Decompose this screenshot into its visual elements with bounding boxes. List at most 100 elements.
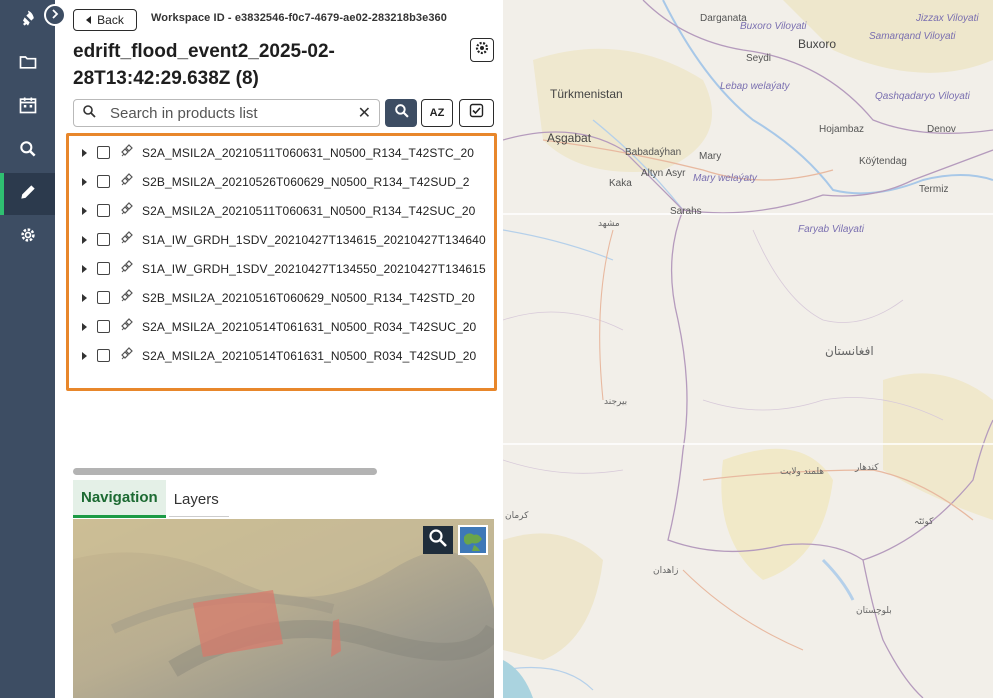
map-label: Samarqand Viloyati [869, 31, 956, 42]
product-checkbox[interactable] [97, 146, 110, 159]
map-label: Denov [927, 124, 956, 135]
tab-layers[interactable]: Layers [166, 480, 227, 518]
list-item[interactable]: S2A_MSIL2A_20210511T060631_N0500_R134_T4… [69, 138, 494, 167]
minimap-basemap-button[interactable] [458, 525, 488, 555]
satellite-icon [110, 143, 134, 162]
main-map[interactable]: Darganata Buxoro Viloyati Buxoro Jizzax … [503, 0, 993, 698]
rail-item-calendar[interactable] [0, 86, 55, 128]
map-label: Termiz [919, 184, 949, 195]
expand-caret-icon[interactable] [82, 206, 87, 215]
search-icon [18, 139, 38, 164]
select-all-button[interactable] [459, 99, 494, 127]
list-item[interactable]: S2B_MSIL2A_20210516T060629_N0500_R134_T4… [69, 283, 494, 312]
map-label: بیرجند [604, 397, 628, 407]
panel-tabs: Navigation Layers [73, 480, 227, 518]
expand-caret-icon[interactable] [82, 235, 87, 244]
products-search-box: ✕ [73, 99, 380, 127]
product-checkbox[interactable] [97, 233, 110, 246]
product-checkbox[interactable] [97, 262, 110, 275]
map-label: Seydi [746, 53, 772, 64]
rail-item-search[interactable] [0, 130, 55, 172]
map-label: Buxoro [798, 37, 837, 51]
map-label: Kaka [609, 178, 632, 189]
map-label: زاهدان [653, 566, 679, 576]
map-label: Aşgabat [547, 131, 592, 145]
map-label: افغانستان [825, 344, 874, 358]
map-label: کندهار [855, 463, 879, 473]
map-label: Sarahs [670, 206, 702, 217]
map-label: Faryab Vilayati [798, 224, 864, 235]
workspace-id: Workspace ID - e3832546-f0c7-4679-ae02-2… [151, 12, 447, 24]
satellite-icon [110, 317, 134, 336]
sort-az-button[interactable]: AZ [421, 99, 453, 127]
map-label: Jizzax Viloyati [916, 13, 979, 24]
map-label: Mary welaýaty [693, 173, 757, 184]
satellite-icon [110, 288, 134, 307]
product-name: S2B_MSIL2A_20210516T060629_N0500_R134_T4… [142, 290, 475, 305]
expand-caret-icon[interactable] [82, 293, 87, 302]
list-item[interactable]: S1A_IW_GRDH_1SDV_20210427T134615_2021042… [69, 225, 494, 254]
sort-az-icon: AZ [429, 107, 445, 119]
workspace-panel: Back Workspace ID - e3832546-f0c7-4679-a… [55, 0, 503, 698]
product-checkbox[interactable] [97, 175, 110, 188]
map-label: کوئٹہ [914, 517, 934, 527]
list-item[interactable]: S2A_MSIL2A_20210514T061631_N0500_R034_T4… [69, 341, 494, 370]
chevron-right-icon [50, 6, 60, 24]
list-item[interactable]: S2A_MSIL2A_20210514T061631_N0500_R034_T4… [69, 312, 494, 341]
minimap-zoom-button[interactable] [423, 526, 453, 554]
map-label: Köýtendag [859, 156, 907, 167]
workspace-settings-button[interactable] [470, 38, 494, 62]
rail-item-settings[interactable] [0, 216, 55, 258]
products-list: S2A_MSIL2A_20210511T060631_N0500_R134_T4… [66, 133, 497, 391]
product-checkbox[interactable] [97, 320, 110, 333]
workspace-title: edrift_flood_event2_2025-02-28T13:42:29.… [73, 41, 335, 89]
product-checkbox[interactable] [97, 291, 110, 304]
search-icon [82, 104, 96, 123]
product-name: S2A_MSIL2A_20210511T060631_N0500_R134_T4… [142, 145, 475, 160]
horizontal-scrollbar[interactable] [73, 468, 377, 475]
nav-rail [0, 0, 55, 698]
expand-caret-icon[interactable] [82, 177, 87, 186]
product-checkbox[interactable] [97, 204, 110, 217]
map-label: Buxoro Viloyati [740, 21, 807, 32]
map-label: بلوچستان [856, 606, 892, 616]
map-label: Lebap welaýaty [720, 81, 790, 92]
search-icon [394, 103, 409, 123]
map-label: Babadaýhan [625, 147, 682, 158]
rail-item-edit[interactable] [0, 173, 55, 215]
search-button[interactable] [385, 99, 417, 127]
navigation-minimap[interactable] [73, 519, 494, 698]
map-label: Qashqadaryo Viloyati [875, 91, 970, 102]
expand-caret-icon[interactable] [82, 264, 87, 273]
map-label: کرمان [505, 511, 529, 521]
clear-search-icon[interactable]: ✕ [358, 103, 371, 123]
product-name: S2A_MSIL2A_20210511T060631_N0500_R134_T4… [142, 203, 476, 218]
tab-navigation[interactable]: Navigation [73, 480, 166, 518]
satellite-icon [110, 346, 134, 365]
product-name: S2A_MSIL2A_20210514T061631_N0500_R034_T4… [142, 348, 477, 363]
calendar-icon [18, 95, 38, 120]
tabs-divider [169, 516, 229, 517]
map-basemap [503, 0, 993, 698]
product-name: S2B_MSIL2A_20210526T060629_N0500_R134_T4… [142, 174, 470, 189]
product-checkbox[interactable] [97, 349, 110, 362]
expand-caret-icon[interactable] [82, 148, 87, 157]
expand-caret-icon[interactable] [82, 351, 87, 360]
expand-caret-icon[interactable] [82, 322, 87, 331]
satellite-icon [110, 201, 134, 220]
folder-icon [18, 52, 38, 77]
back-button[interactable]: Back [73, 9, 137, 31]
rail-item-files[interactable] [0, 43, 55, 85]
map-label: مشهد [598, 219, 620, 229]
list-item[interactable]: S2B_MSIL2A_20210526T060629_N0500_R134_T4… [69, 167, 494, 196]
rocket-icon [18, 9, 38, 34]
products-search-input[interactable] [110, 104, 340, 122]
gear-icon [18, 225, 38, 250]
list-item[interactable]: S1A_IW_GRDH_1SDV_20210427T134550_2021042… [69, 254, 494, 283]
map-label: Altyn Asyr [641, 168, 686, 179]
globe-icon [460, 527, 486, 557]
map-label: هلمند ولایت [780, 467, 825, 477]
list-item[interactable]: S2A_MSIL2A_20210511T060631_N0500_R134_T4… [69, 196, 494, 225]
product-name: S1A_IW_GRDH_1SDV_20210427T134550_2021042… [142, 261, 486, 276]
collapse-sidebar-button[interactable] [44, 4, 66, 26]
